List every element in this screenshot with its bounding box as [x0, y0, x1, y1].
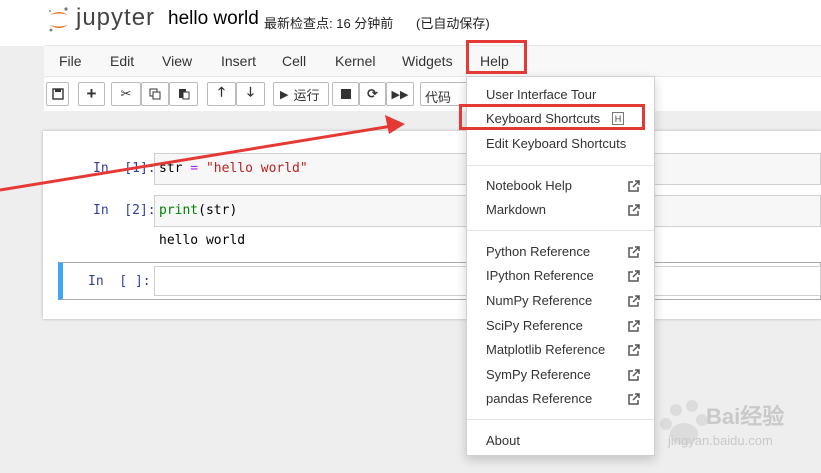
watermark-url: jingyan.baidu.com [668, 433, 773, 448]
watermark-brand: Bai经验 [706, 404, 785, 429]
